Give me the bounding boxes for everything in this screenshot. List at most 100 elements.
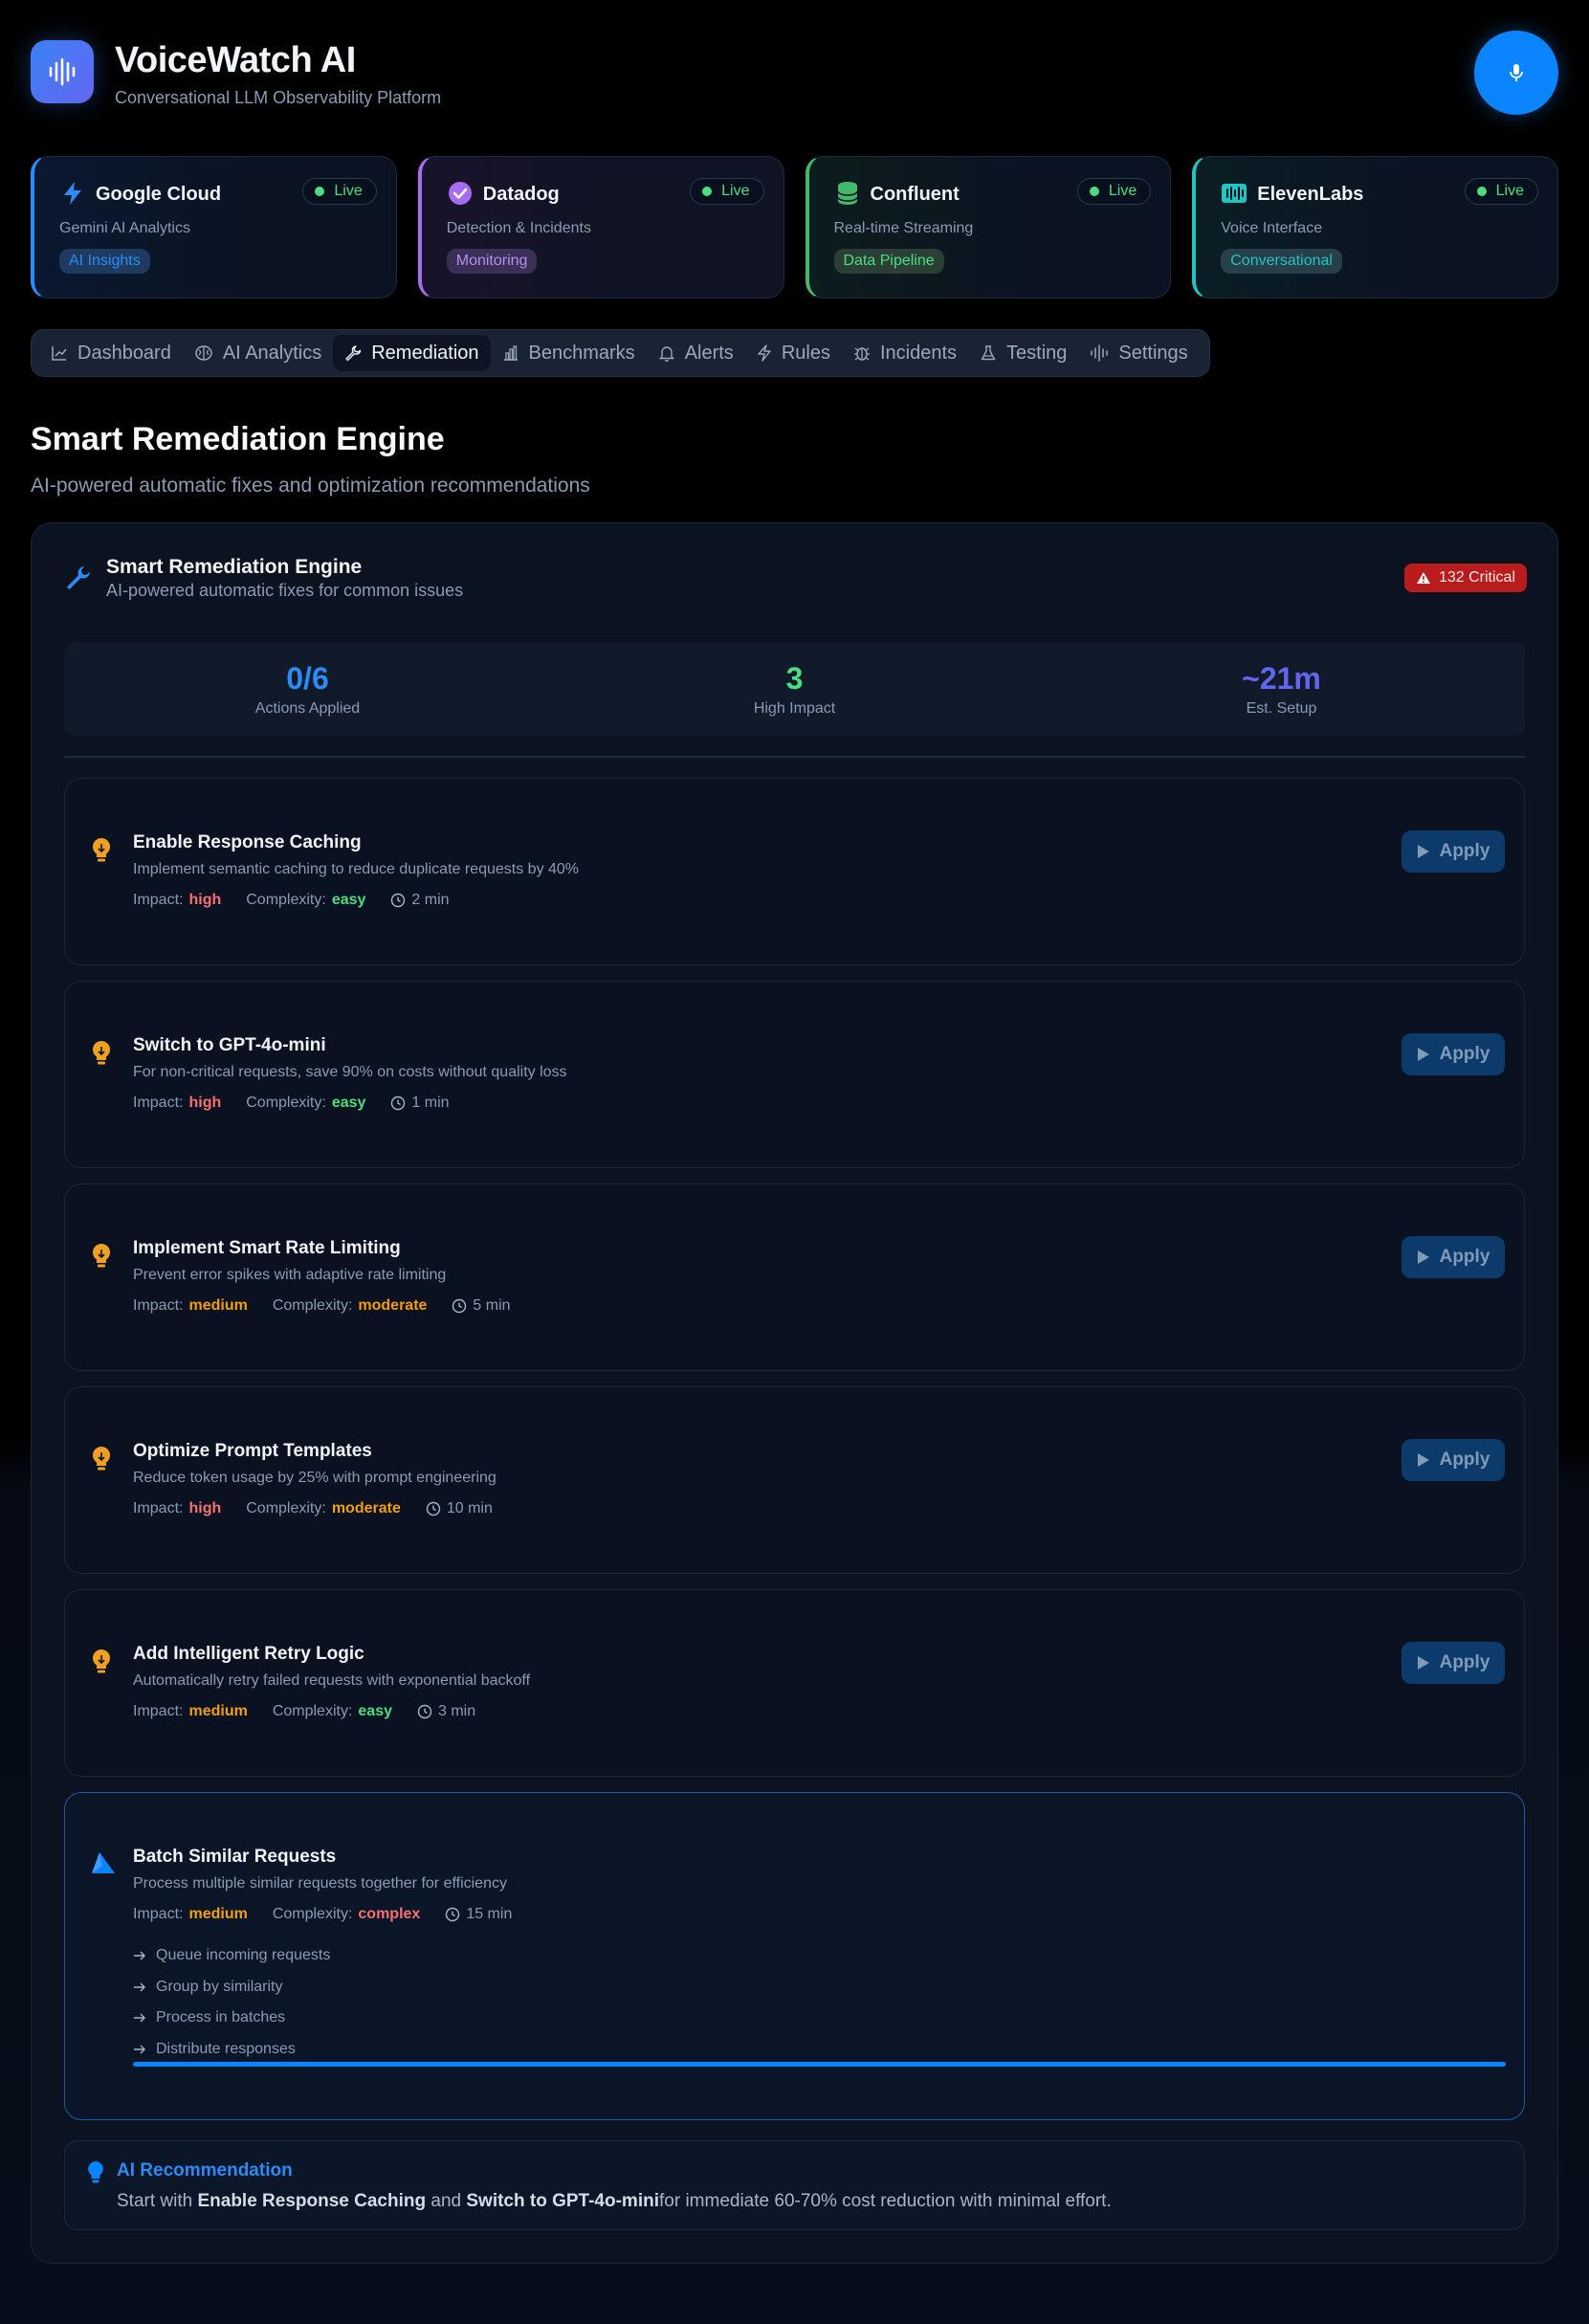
action-title: Enable Response Caching (133, 832, 362, 852)
tab-incidents[interactable]: Incidents (842, 335, 968, 371)
tab-testing[interactable]: Testing (968, 335, 1078, 371)
integration-card-datadog[interactable]: Datadog Live Detection & Incidents Monit… (417, 156, 784, 299)
flask-icon (981, 345, 996, 361)
time-estimate: 1 min (411, 1095, 450, 1111)
play-icon (1417, 1453, 1429, 1467)
integration-card-confluent[interactable]: Confluent Live Real-time Streaming Data … (805, 156, 1172, 299)
time-estimate: 5 min (473, 1297, 511, 1314)
step-list: Queue incoming requests Group by similar… (133, 1940, 330, 2065)
status-badge: Live (302, 178, 377, 205)
integration-tag: AI Insights (59, 249, 150, 274)
stat-high-impact: 3 High Impact (753, 660, 836, 717)
app-title: VoiceWatch AI (115, 40, 356, 80)
complexity-value: moderate (358, 1297, 428, 1314)
impact-value: medium (188, 1906, 248, 1922)
integration-description: Gemini AI Analytics (59, 220, 190, 236)
lightbulb-icon (92, 1649, 111, 1673)
lightbulb-icon (92, 1447, 111, 1471)
remediation-panel: Smart Remediation Engine AI-powered auto… (31, 522, 1558, 2264)
status-badge: Live (1076, 178, 1152, 205)
audio-wave-icon (49, 57, 76, 86)
action-title: Implement Smart Rate Limiting (133, 1238, 401, 1258)
remediation-item: Switch to GPT-4o-mini For non-critical r… (64, 981, 1525, 1168)
play-icon (1417, 1251, 1429, 1264)
wrench-icon (345, 345, 362, 362)
action-description: Prevent error spikes with adaptive rate … (133, 1267, 447, 1283)
clock-icon (391, 1096, 406, 1111)
page-subtitle: AI-powered automatic fixes and optimizat… (31, 475, 590, 497)
lightbulb-icon (92, 1041, 111, 1065)
recommendation-title: AI Recommendation (117, 2160, 293, 2180)
complexity-value: easy (331, 1095, 366, 1111)
action-title: Add Intelligent Retry Logic (133, 1644, 364, 1664)
divider (64, 756, 1525, 758)
arrow-right-icon (134, 2013, 145, 2023)
apply-button[interactable]: Apply (1401, 1033, 1505, 1075)
time-estimate: 2 min (411, 892, 450, 908)
tab-dashboard[interactable]: Dashboard (39, 335, 183, 371)
panel-subtitle: AI-powered automatic fixes for common is… (106, 581, 464, 600)
tab-rules[interactable]: Rules (745, 335, 842, 371)
tab-ai-analytics[interactable]: AI Analytics (183, 335, 333, 371)
stat-est-setup: ~21m Est. Setup (1242, 660, 1321, 717)
integration-description: Detection & Incidents (446, 220, 591, 236)
stat-actions-applied: 0/6 Actions Applied (254, 660, 361, 717)
integration-card-google-cloud[interactable]: Google Cloud Live Gemini AI Analytics AI… (31, 156, 397, 299)
action-meta: Impact: medium Complexity: easy 3 min (133, 1703, 476, 1719)
impact-value: high (188, 892, 222, 908)
integration-name: ElevenLabs (1257, 184, 1364, 205)
remediation-item: Optimize Prompt Templates Reduce token u… (64, 1386, 1525, 1574)
apply-button[interactable]: Apply (1401, 1236, 1505, 1278)
play-icon (1417, 1656, 1429, 1670)
integration-cards: Google Cloud Live Gemini AI Analytics AI… (31, 156, 1558, 299)
integration-name: Confluent (870, 184, 960, 205)
integration-description: Voice Interface (1221, 220, 1323, 236)
remediation-item: Add Intelligent Retry Logic Automaticall… (64, 1589, 1525, 1777)
recommendation-text: Start with Enable Response Caching and S… (117, 2191, 1112, 2211)
integration-description: Real-time Streaming (833, 220, 974, 236)
tab-settings[interactable]: Settings (1078, 335, 1199, 371)
app-header: VoiceWatch AI Conversational LLM Observa… (31, 31, 1558, 115)
integration-tag: Monitoring (446, 249, 538, 274)
lightning-icon (758, 344, 771, 362)
arrow-right-icon (134, 1982, 145, 1992)
microphone-button[interactable] (1474, 31, 1558, 115)
audio-bars-icon (1091, 344, 1109, 362)
stats-bar: 0/6 Actions Applied 3 High Impact ~21m E… (64, 642, 1525, 736)
impact-value: medium (188, 1703, 248, 1719)
action-title: Optimize Prompt Templates (133, 1441, 372, 1461)
integration-card-elevenlabs[interactable]: ElevenLabs Live Voice Interface Conversa… (1192, 156, 1558, 299)
action-meta: Impact: medium Complexity: complex 15 min (133, 1906, 513, 1922)
apply-button[interactable]: Apply (1401, 1642, 1505, 1684)
audio-wave-icon (1222, 184, 1247, 203)
tab-remediation[interactable]: Remediation (333, 335, 491, 371)
app-logo (31, 40, 94, 103)
clock-icon (391, 893, 406, 908)
step-item: Group by similarity (133, 1972, 330, 2003)
tab-alerts[interactable]: Alerts (647, 335, 745, 371)
integration-tag: Data Pipeline (833, 249, 944, 274)
arrow-right-icon (134, 2045, 145, 2054)
remediation-item: Enable Response Caching Implement semant… (64, 778, 1525, 965)
send-icon (92, 1852, 115, 1873)
lightning-icon (64, 182, 81, 205)
arrow-right-icon (134, 1951, 145, 1960)
step-item: Distribute responses (133, 2034, 330, 2066)
time-estimate: 3 min (437, 1703, 476, 1719)
time-estimate: 15 min (466, 1906, 513, 1922)
lightbulb-icon (92, 837, 111, 862)
critical-badge: 132 Critical (1403, 564, 1527, 592)
complexity-value: moderate (331, 1500, 401, 1516)
integration-tag: Conversational (1221, 249, 1342, 274)
action-meta: Impact: medium Complexity: moderate 5 min (133, 1297, 511, 1314)
bell-icon (658, 346, 674, 362)
apply-button[interactable]: Apply (1401, 830, 1505, 873)
clock-icon (446, 1907, 460, 1922)
tab-benchmarks[interactable]: Benchmarks (491, 335, 647, 371)
progress-bar (133, 2062, 1506, 2067)
page-title: Smart Remediation Engine (31, 421, 445, 457)
apply-button[interactable]: Apply (1401, 1439, 1505, 1481)
action-title: Batch Similar Requests (133, 1847, 337, 1867)
action-description: Implement semantic caching to reduce dup… (133, 861, 580, 877)
impact-value: high (188, 1095, 222, 1111)
